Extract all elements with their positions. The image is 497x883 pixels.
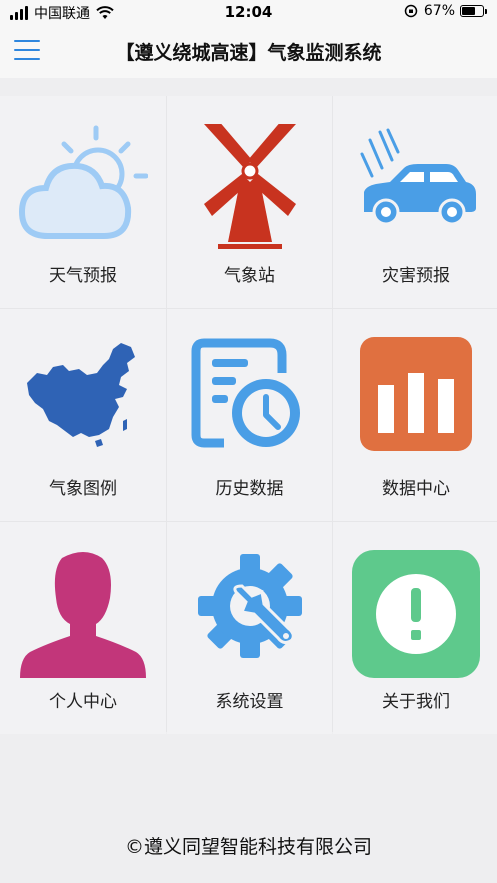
- status-bar: 中国联通 12:04 67%: [0, 0, 497, 26]
- battery-cap: [485, 8, 487, 14]
- orientation-lock-icon: [404, 4, 418, 18]
- tile-label: 天气预报: [49, 266, 117, 286]
- exclamation-icon: [352, 550, 480, 678]
- tile-system-settings[interactable]: 系统设置: [167, 522, 332, 734]
- tile-label: 气象站: [224, 266, 275, 286]
- tile-label: 灾害预报: [382, 266, 450, 286]
- battery-percent: 67%: [423, 3, 455, 19]
- tile-weather-station[interactable]: 气象站: [167, 96, 332, 308]
- weather-cloud-sun-icon: [18, 125, 148, 239]
- bar-chart-icon: [360, 337, 472, 451]
- china-map-icon: [27, 343, 135, 447]
- user-silhouette-icon: [20, 552, 146, 678]
- tile-label: 历史数据: [215, 479, 284, 499]
- tile-about-us[interactable]: 关于我们: [333, 522, 497, 734]
- tile-label: 个人中心: [49, 692, 117, 712]
- tile-weather-forecast[interactable]: 天气预报: [0, 96, 166, 308]
- tile-weather-legend[interactable]: 气象图例: [0, 309, 166, 521]
- tile-disaster-forecast[interactable]: 灾害预报: [333, 96, 497, 308]
- gear-wrench-icon: [197, 554, 302, 658]
- footer-copyright: ©遵义同望智能科技有限公司: [124, 836, 372, 858]
- tile-history-data[interactable]: 历史数据: [167, 309, 332, 521]
- tile-data-center[interactable]: 数据中心: [333, 309, 497, 521]
- tile-label: 气象图例: [49, 479, 117, 499]
- status-right: 67%: [404, 3, 487, 19]
- menu-grid: 天气预报 气象站 灾害预报 气象图例 历史数据 数据中心 个人中心 系统设置 关…: [0, 96, 497, 734]
- battery-fill: [462, 7, 475, 15]
- page-title: 【遵义绕城高速】气象监测系统: [115, 42, 382, 64]
- windmill-icon: [203, 124, 296, 249]
- car-rain-icon: [360, 128, 476, 226]
- tile-label: 关于我们: [382, 692, 450, 712]
- battery-icon: [460, 5, 484, 17]
- tile-label: 系统设置: [215, 692, 284, 712]
- document-clock-icon: [191, 338, 300, 448]
- tile-personal-center[interactable]: 个人中心: [0, 522, 166, 734]
- nav-bar: 【遵义绕城高速】气象监测系统: [0, 26, 497, 78]
- tile-label: 数据中心: [382, 479, 450, 499]
